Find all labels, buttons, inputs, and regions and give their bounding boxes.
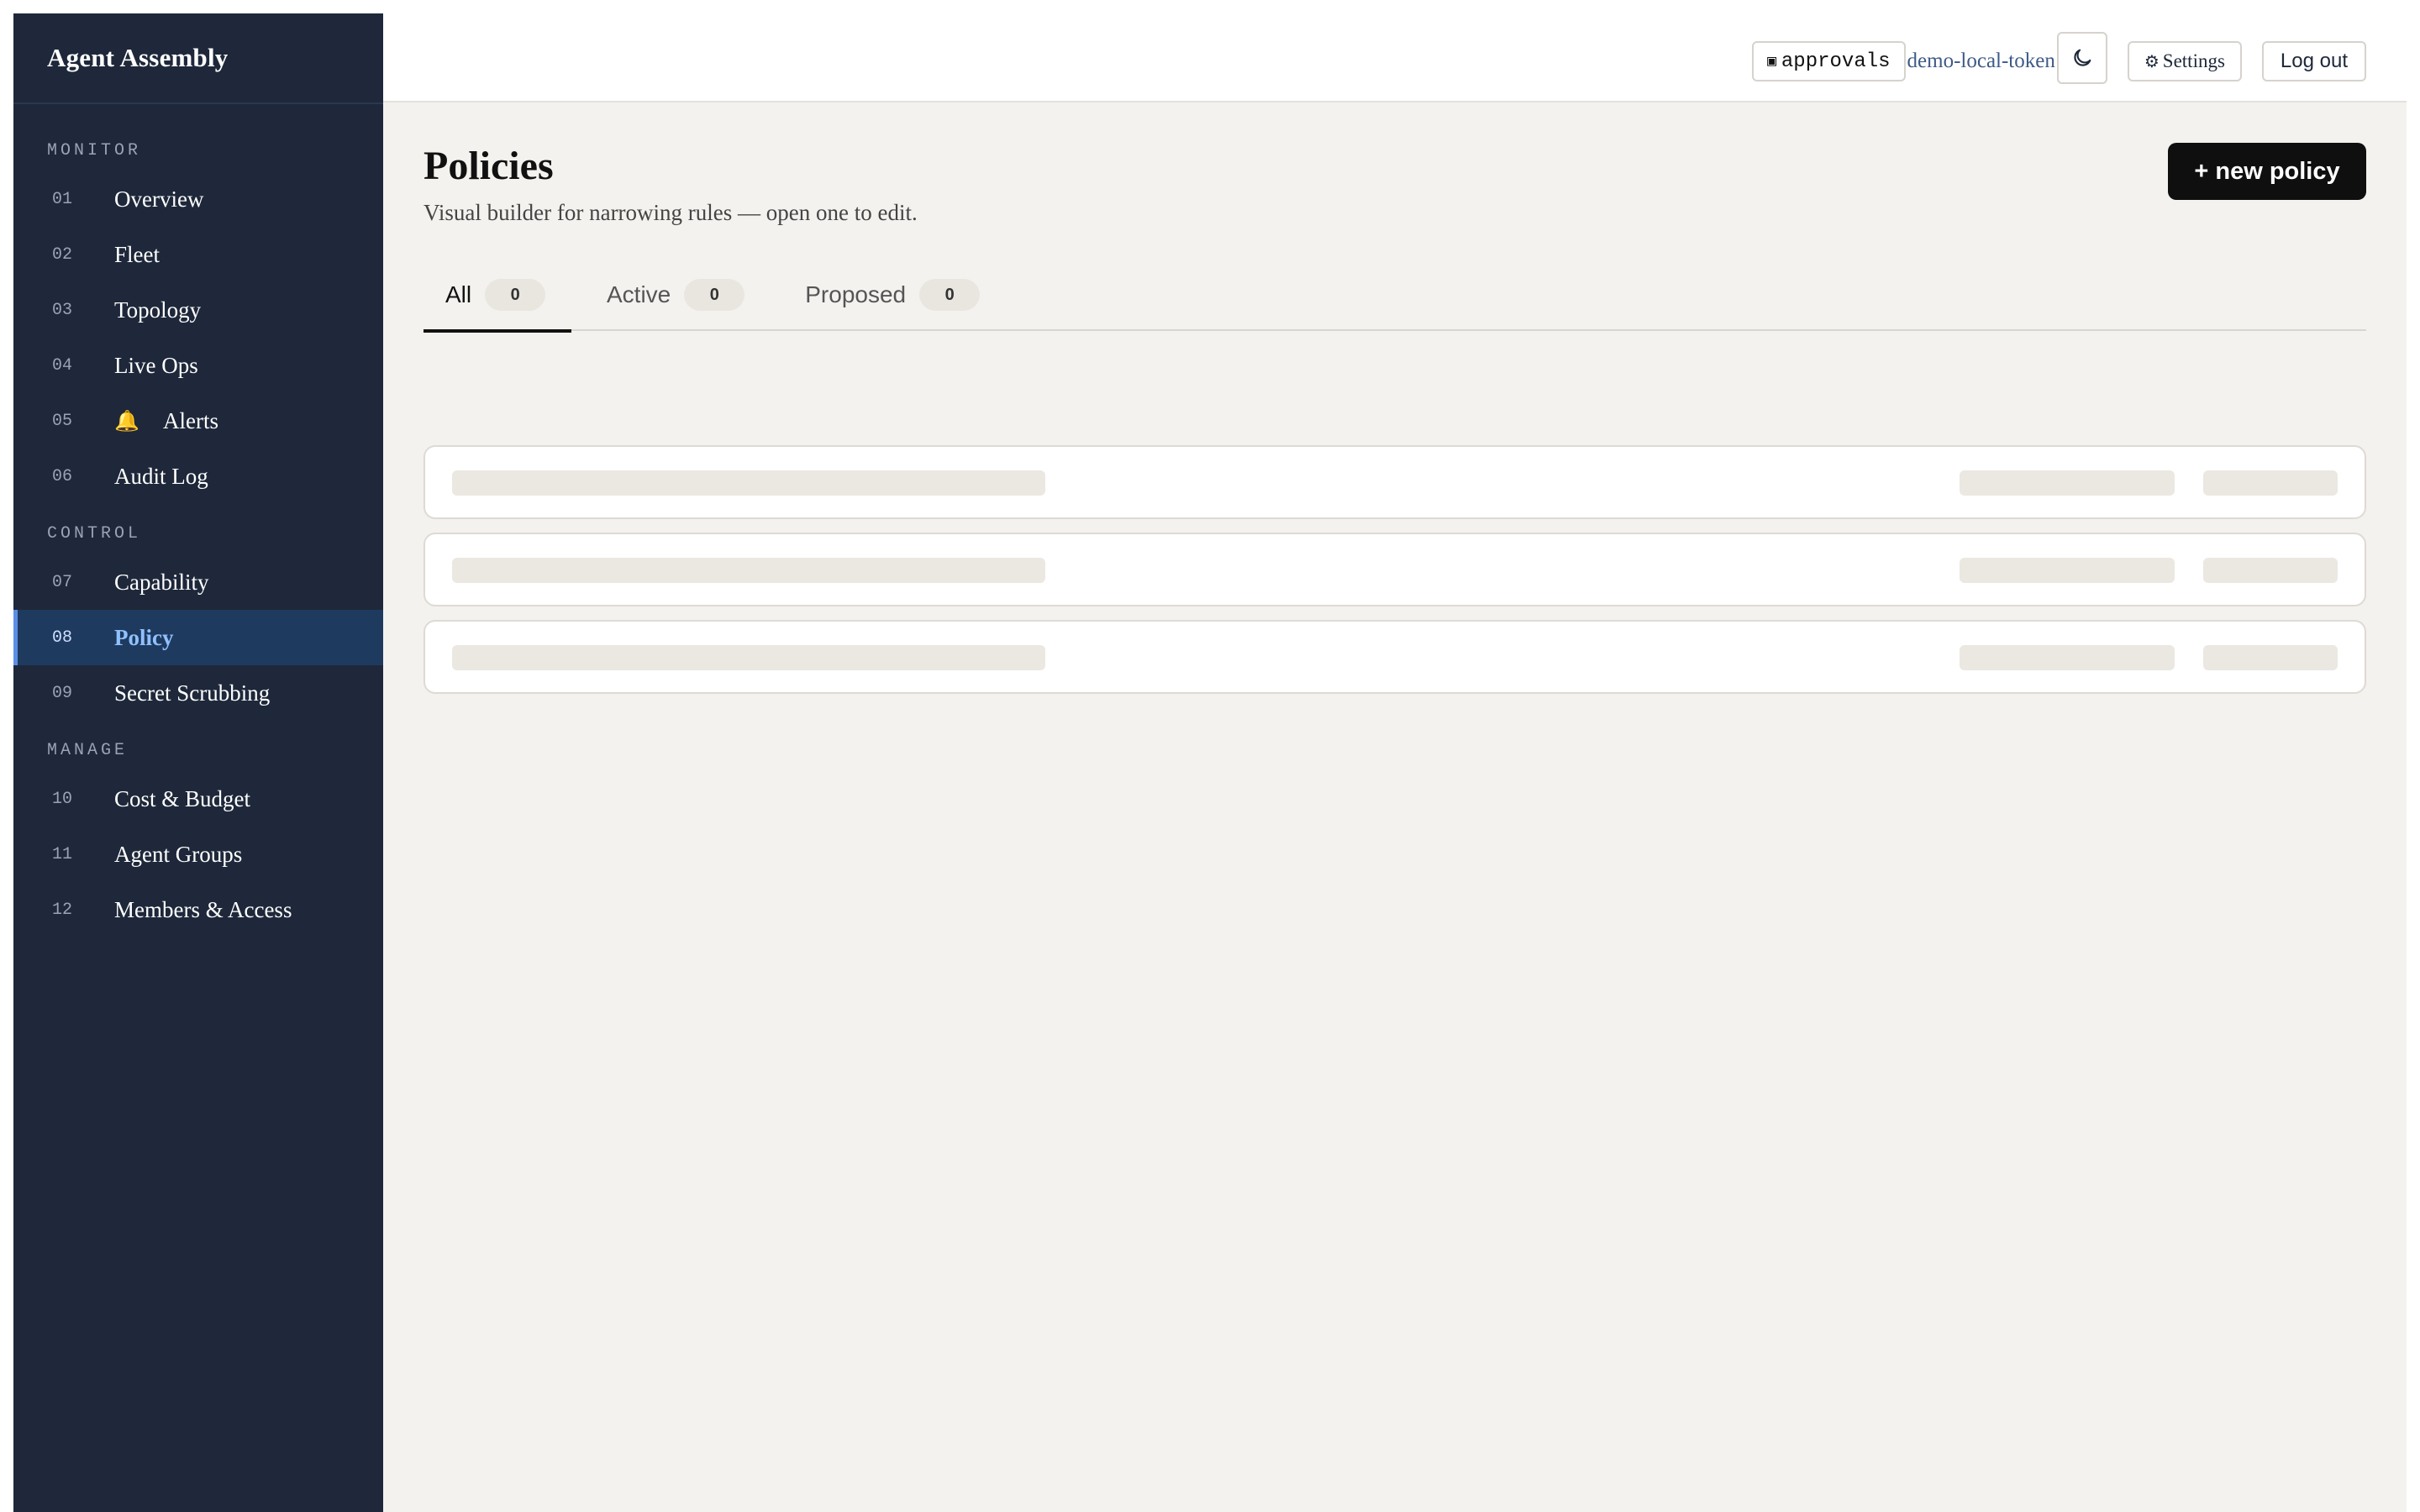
- sidebar-item-number: 07: [52, 572, 73, 592]
- settings-label: Settings: [2162, 50, 2225, 71]
- skeleton-bar: [452, 558, 1045, 583]
- logout-button[interactable]: Log out: [2261, 41, 2366, 81]
- tab-count-badge: 0: [485, 279, 546, 311]
- sidebar-item-label: Audit Log: [114, 463, 208, 489]
- sidebar-item-label: Fleet: [114, 241, 160, 267]
- approvals-chip[interactable]: ▣ approvals: [1752, 41, 1906, 81]
- sidebar: Agent Assembly MONITOR 01 Overview 02 Fl…: [13, 13, 383, 1512]
- policy-list-loading: [424, 445, 2366, 707]
- gear-icon: ⚙: [2144, 52, 2160, 71]
- sidebar-item-number: 03: [52, 300, 73, 320]
- skeleton-bar: [2203, 558, 2338, 583]
- main-area: ▣ approvals demo-local-token ⚙ Settings …: [383, 13, 2407, 1512]
- tab-label: Proposed: [805, 281, 907, 307]
- tab-label: All: [445, 281, 472, 307]
- tab-active[interactable]: Active 0: [607, 259, 745, 331]
- topbar: ▣ approvals demo-local-token ⚙ Settings …: [383, 13, 2407, 102]
- sidebar-item-label: Topology: [114, 297, 202, 323]
- sidebar-item-label: Members & Access: [114, 896, 292, 922]
- section-label-manage: MANAGE: [47, 741, 129, 760]
- sidebar-item-number: 02: [52, 244, 73, 265]
- bell-icon: 🔔: [114, 410, 139, 433]
- app-window: Agent Assembly MONITOR 01 Overview 02 Fl…: [13, 13, 2407, 1512]
- sidebar-item-capability[interactable]: 07 Capability: [13, 554, 383, 610]
- approvals-icon: ▣: [1767, 54, 1776, 71]
- sidebar-item-number: 08: [52, 627, 73, 648]
- sidebar-item-topology[interactable]: 03 Topology: [13, 282, 383, 338]
- page-title: Policies: [424, 144, 554, 188]
- skeleton-bar: [452, 470, 1045, 496]
- sidebar-item-number: 06: [52, 466, 73, 486]
- sidebar-item-fleet[interactable]: 02 Fleet: [13, 227, 383, 282]
- skeleton-bar: [1960, 558, 2175, 583]
- section-label-control: CONTROL: [47, 524, 142, 543]
- sidebar-item-alerts[interactable]: 05 🔔 Alerts: [13, 393, 383, 449]
- sidebar-item-label: Agent Groups: [114, 841, 243, 867]
- sidebar-item-label: Alerts: [163, 407, 218, 433]
- sidebar-item-live-ops[interactable]: 04 Live Ops: [13, 338, 383, 393]
- section-label-monitor: MONITOR: [47, 141, 142, 160]
- topbar-actions: ▣ approvals demo-local-token ⚙ Settings …: [1752, 32, 2366, 84]
- sidebar-item-number: 04: [52, 355, 73, 375]
- sidebar-item-number: 10: [52, 789, 73, 809]
- token-link[interactable]: demo-local-token: [1907, 50, 2055, 73]
- sidebar-item-cost-budget[interactable]: 10 Cost & Budget: [13, 771, 383, 827]
- sidebar-item-number: 05: [52, 411, 73, 431]
- tab-all[interactable]: All 0: [424, 259, 571, 333]
- skeleton-row: [424, 445, 2366, 519]
- sidebar-item-audit-log[interactable]: 06 Audit Log: [13, 449, 383, 504]
- sidebar-item-number: 12: [52, 900, 73, 920]
- sidebar-item-number: 01: [52, 189, 73, 209]
- sidebar-item-members-access[interactable]: 12 Members & Access: [13, 882, 383, 937]
- sidebar-item-label: Cost & Budget: [114, 785, 251, 811]
- tab-label: Active: [607, 281, 671, 307]
- sidebar-item-number: 09: [52, 683, 73, 703]
- sidebar-nav: MONITOR 01 Overview 02 Fleet 03 Topology…: [13, 104, 383, 937]
- page-subtitle: Visual builder for narrowing rules — ope…: [424, 200, 918, 225]
- sidebar-item-agent-groups[interactable]: 11 Agent Groups: [13, 827, 383, 882]
- sidebar-item-label: Policy: [114, 624, 174, 650]
- sidebar-item-label: Capability: [114, 569, 209, 595]
- policy-tabs: All 0 Active 0 Proposed 0: [424, 259, 2366, 333]
- sidebar-item-label: Secret Scrubbing: [114, 680, 271, 706]
- sidebar-item-policy[interactable]: 08 Policy: [13, 610, 383, 665]
- approvals-label: approvals: [1781, 50, 1891, 73]
- tab-count-badge: 0: [919, 279, 981, 311]
- sidebar-item-overview[interactable]: 01 Overview: [13, 171, 383, 227]
- new-policy-button[interactable]: + new policy: [2168, 143, 2366, 200]
- skeleton-bar: [452, 645, 1045, 670]
- skeleton-row: [424, 620, 2366, 694]
- sidebar-item-number: 11: [52, 844, 73, 864]
- skeleton-bar: [1960, 645, 2175, 670]
- sidebar-item-secret-scrubbing[interactable]: 09 Secret Scrubbing: [13, 665, 383, 721]
- tab-count-badge: 0: [684, 279, 745, 311]
- skeleton-bar: [1960, 470, 2175, 496]
- moon-icon: [2074, 49, 2091, 66]
- skeleton-bar: [2203, 470, 2338, 496]
- brand-title: Agent Assembly: [13, 13, 383, 104]
- skeleton-row: [424, 533, 2366, 606]
- theme-toggle-button[interactable]: [2056, 32, 2107, 84]
- sidebar-item-label: Overview: [114, 186, 204, 212]
- settings-button[interactable]: ⚙ Settings: [2127, 41, 2242, 81]
- sidebar-item-label: Live Ops: [114, 352, 198, 378]
- skeleton-bar: [2203, 645, 2338, 670]
- tab-proposed[interactable]: Proposed 0: [805, 259, 981, 331]
